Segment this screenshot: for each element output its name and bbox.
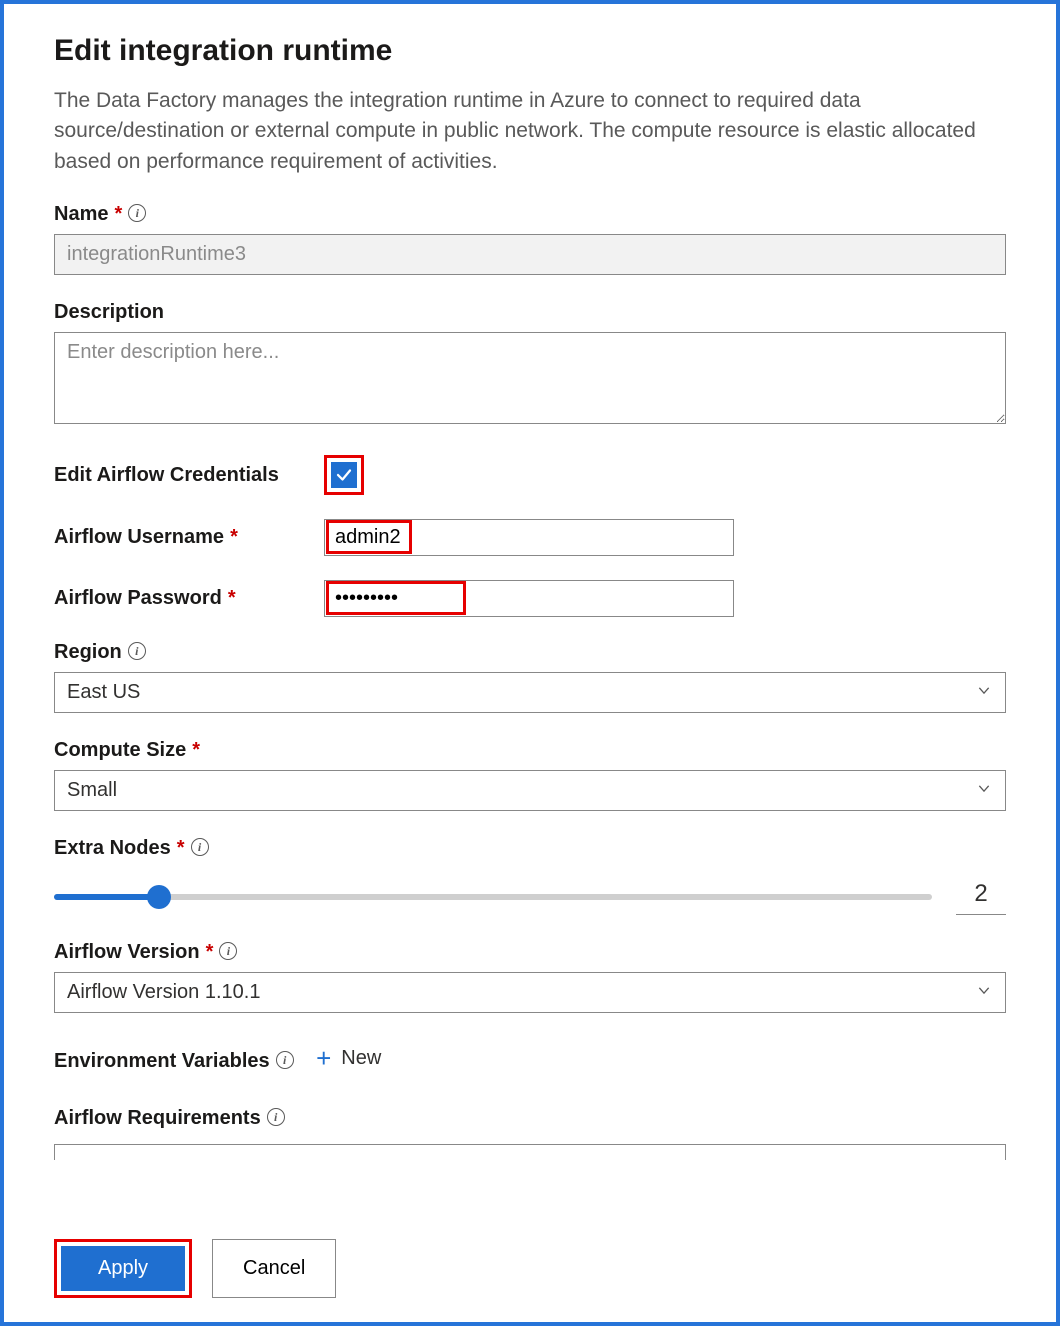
env-vars-field: Environment Variables i + New: [54, 1039, 1006, 1081]
page-intro: The Data Factory manages the integration…: [54, 86, 1006, 177]
username-label: Airflow Username *: [54, 526, 324, 549]
required-asterisk: *: [177, 837, 185, 860]
info-icon[interactable]: i: [267, 1108, 285, 1126]
requirements-label-text: Airflow Requirements: [54, 1107, 261, 1130]
extra-nodes-label: Extra Nodes * i: [54, 837, 209, 860]
requirements-field: Airflow Requirements i: [54, 1107, 1006, 1160]
extra-nodes-slider[interactable]: [54, 894, 932, 900]
add-env-var-button[interactable]: + New: [316, 1045, 381, 1071]
env-vars-label-text: Environment Variables: [54, 1050, 270, 1073]
page-title: Edit integration runtime: [54, 34, 1006, 68]
region-field: Region i East US: [54, 641, 1006, 713]
username-row: Airflow Username *: [54, 519, 1006, 556]
new-label: New: [341, 1047, 381, 1070]
region-label: Region i: [54, 641, 146, 664]
info-icon[interactable]: i: [191, 838, 209, 856]
name-label-text: Name: [54, 203, 108, 226]
password-input[interactable]: [324, 580, 734, 617]
description-field: Description: [54, 301, 1006, 429]
edit-credentials-label: Edit Airflow Credentials: [54, 464, 324, 487]
highlight-box: [324, 455, 364, 495]
password-label-text: Airflow Password: [54, 587, 222, 610]
description-textarea[interactable]: [54, 332, 1006, 424]
requirements-label: Airflow Requirements i: [54, 1107, 285, 1130]
extra-nodes-value[interactable]: 2: [956, 878, 1006, 915]
apply-button[interactable]: Apply: [61, 1246, 185, 1291]
name-label: Name * i: [54, 203, 146, 226]
plus-icon: +: [316, 1045, 331, 1071]
required-asterisk: *: [206, 941, 214, 964]
required-asterisk: *: [230, 526, 238, 549]
panel-body: Edit integration runtime The Data Factor…: [54, 34, 1006, 1211]
compute-size-select[interactable]: Small: [54, 770, 1006, 811]
description-label: Description: [54, 301, 164, 324]
edit-credentials-row: Edit Airflow Credentials: [54, 455, 1006, 495]
airflow-version-select[interactable]: Airflow Version 1.10.1: [54, 972, 1006, 1013]
info-icon[interactable]: i: [219, 942, 237, 960]
username-label-text: Airflow Username: [54, 526, 224, 549]
slider-thumb[interactable]: [147, 885, 171, 909]
name-field: Name * i: [54, 203, 1006, 275]
check-icon: [335, 466, 353, 484]
airflow-version-field: Airflow Version * i Airflow Version 1.10…: [54, 941, 1006, 1013]
compute-size-label: Compute Size *: [54, 739, 200, 762]
name-input: [54, 234, 1006, 275]
required-asterisk: *: [228, 587, 236, 610]
highlight-box: Apply: [54, 1239, 192, 1298]
panel-footer: Apply Cancel: [54, 1211, 1006, 1298]
password-row: Airflow Password *: [54, 580, 1006, 617]
airflow-version-label-text: Airflow Version: [54, 941, 200, 964]
required-asterisk: *: [192, 739, 200, 762]
env-vars-label: Environment Variables i: [54, 1050, 294, 1073]
required-asterisk: *: [114, 203, 122, 226]
username-input[interactable]: [324, 519, 734, 556]
edit-credentials-checkbox[interactable]: [331, 462, 357, 488]
info-icon[interactable]: i: [128, 204, 146, 222]
compute-size-field: Compute Size * Small: [54, 739, 1006, 811]
airflow-version-label: Airflow Version * i: [54, 941, 237, 964]
slider-fill: [54, 894, 159, 900]
password-label: Airflow Password *: [54, 587, 324, 610]
region-select[interactable]: East US: [54, 672, 1006, 713]
cancel-button[interactable]: Cancel: [212, 1239, 336, 1298]
region-label-text: Region: [54, 641, 122, 664]
requirements-input-partial[interactable]: [54, 1144, 1006, 1160]
extra-nodes-label-text: Extra Nodes: [54, 837, 171, 860]
compute-size-label-text: Compute Size: [54, 739, 186, 762]
info-icon[interactable]: i: [128, 642, 146, 660]
edit-integration-runtime-panel: Edit integration runtime The Data Factor…: [0, 0, 1060, 1326]
extra-nodes-field: Extra Nodes * i 2: [54, 837, 1006, 915]
info-icon[interactable]: i: [276, 1051, 294, 1069]
